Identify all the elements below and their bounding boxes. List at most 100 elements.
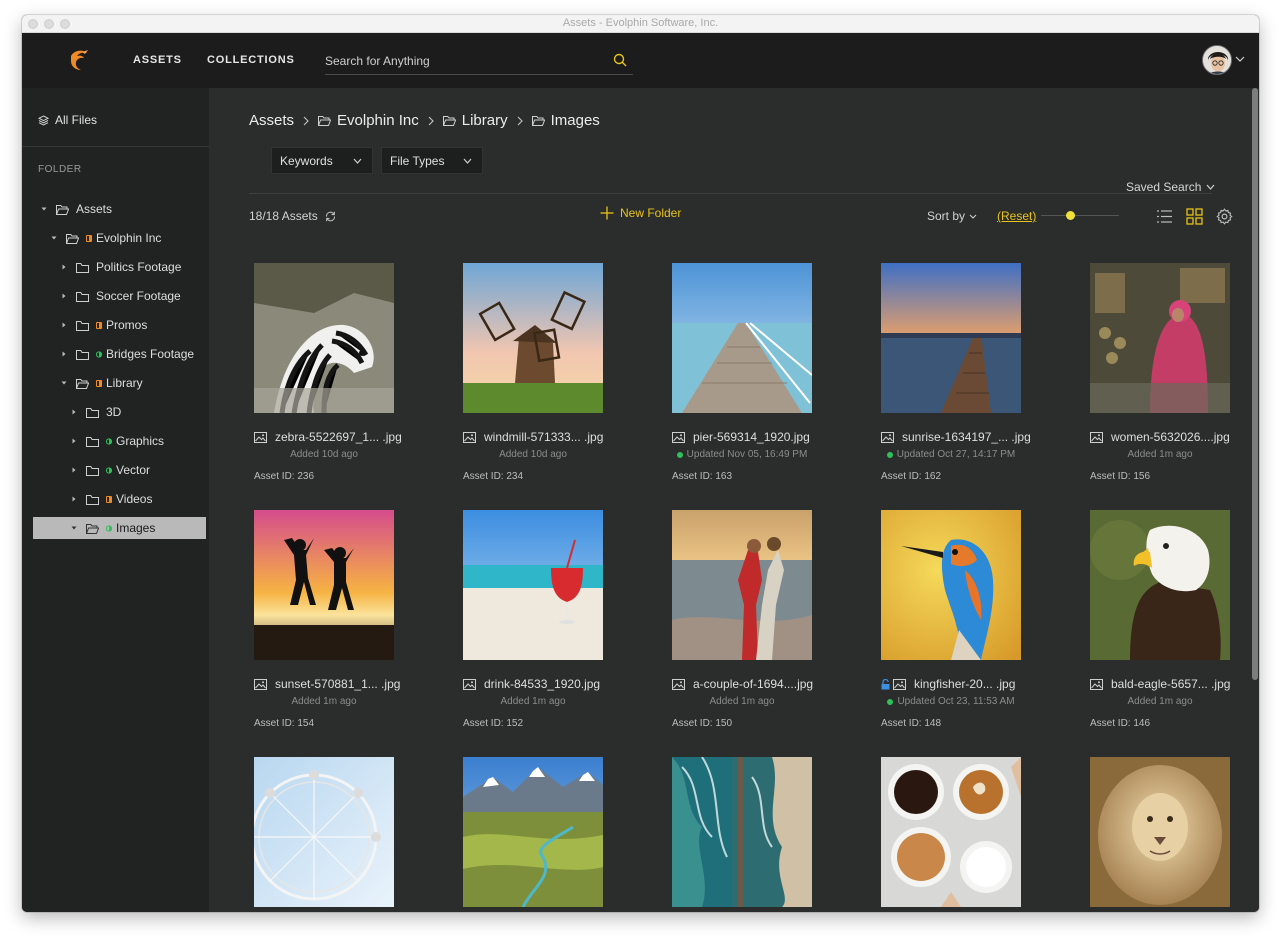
keywords-filter-dropdown[interactable]: Keywords [271, 147, 373, 174]
updated-status-dot [886, 451, 893, 458]
sidebar-folder-label: 3D [106, 405, 122, 419]
folder-icon [86, 436, 99, 447]
asset-thumbnail[interactable] [1090, 263, 1230, 413]
image-file-icon [254, 678, 267, 690]
sidebar-folder-graphics[interactable]: Graphics [22, 430, 209, 452]
asset-filename[interactable]: a-couple-of-1694....jpg [672, 677, 822, 691]
asset-thumbnail[interactable] [463, 757, 603, 907]
layers-icon [38, 114, 49, 126]
breadcrumb-images[interactable]: Images [531, 112, 600, 129]
sidebar-folder-3d[interactable]: 3D [22, 401, 209, 423]
toolbar-divider [249, 193, 1212, 194]
thumbnail-size-slider-knob[interactable] [1066, 211, 1075, 220]
asset-thumbnail[interactable] [881, 510, 1021, 660]
file-types-filter-label: File Types [390, 153, 445, 168]
asset-filename-label: a-couple-of-1694....jpg [693, 677, 814, 691]
asset-thumbnail[interactable] [254, 263, 394, 413]
asset-thumbnail[interactable] [881, 263, 1021, 413]
caret-down-icon[interactable] [60, 379, 68, 387]
sidebar-folder-evolphin-inc[interactable]: Evolphin Inc [22, 227, 209, 249]
asset-status-label: Added 1m ago [291, 696, 357, 707]
asset-filename[interactable]: drink-84533_1920.jpg [463, 677, 613, 691]
sort-by-label: Sort by [927, 209, 966, 223]
asset-status: Added 1m ago [1090, 696, 1230, 707]
nav-assets[interactable]: ASSETS [133, 54, 182, 66]
asset-thumbnail[interactable] [1090, 510, 1230, 660]
caret-right-icon[interactable] [70, 408, 78, 416]
asset-thumbnail[interactable] [1090, 757, 1230, 907]
refresh-icon[interactable] [324, 210, 337, 223]
caret-right-icon[interactable] [60, 292, 68, 300]
caret-right-icon[interactable] [60, 263, 68, 271]
asset-thumbnail[interactable] [254, 757, 394, 907]
sidebar-folder-soccer-footage[interactable]: Soccer Footage [22, 285, 209, 307]
search-input[interactable] [325, 51, 605, 71]
sidebar-folder-library[interactable]: Library [22, 372, 209, 394]
sidebar-folder-label: Evolphin Inc [96, 231, 162, 245]
list-view-icon[interactable] [1156, 208, 1173, 225]
caret-down-icon[interactable] [40, 205, 48, 213]
breadcrumb-library[interactable]: Library [442, 112, 508, 129]
sidebar-folder-label: Library [106, 376, 143, 390]
asset-filename[interactable]: windmill-571333... .jpg [463, 430, 613, 444]
asset-filename[interactable]: zebra-5522697_1... .jpg [254, 430, 404, 444]
sidebar-folder-label: Graphics [116, 434, 165, 448]
orange-status-badge-icon [106, 495, 112, 503]
caret-right-icon[interactable] [70, 495, 78, 503]
new-folder-button[interactable]: New Folder [600, 206, 681, 220]
all-files-link[interactable]: All Files [38, 113, 97, 127]
caret-down-icon[interactable] [50, 234, 58, 242]
sidebar-folder-politics-footage[interactable]: Politics Footage [22, 256, 209, 278]
zebra-thumbnail-image [254, 263, 394, 413]
asset-status-label: Added 1m ago [1127, 449, 1193, 460]
account-menu-chevron-icon[interactable] [1235, 55, 1245, 63]
asset-thumbnail[interactable] [463, 263, 603, 413]
asset-thumbnail[interactable] [672, 510, 812, 660]
file-types-filter-dropdown[interactable]: File Types [381, 147, 483, 174]
asset-thumbnail[interactable] [463, 510, 603, 660]
sidebar-folder-images[interactable]: Images [33, 517, 206, 539]
sidebar-folder-vector[interactable]: Vector [22, 459, 209, 481]
asset-id: Asset ID: 146 [1090, 718, 1151, 729]
asset-filename[interactable]: women-5632026....jpg [1090, 430, 1240, 444]
asset-thumbnail[interactable] [881, 757, 1021, 907]
reset-link[interactable]: (Reset) [997, 209, 1036, 223]
asset-filename[interactable]: kingfisher-20... .jpg [881, 677, 1031, 691]
sidebar-folder-assets[interactable]: Assets [22, 198, 209, 220]
caret-down-icon[interactable] [70, 524, 78, 532]
saved-search-dropdown[interactable]: Saved Search [1126, 180, 1215, 194]
caret-right-icon[interactable] [70, 466, 78, 474]
asset-filename[interactable]: sunrise-1634197_... .jpg [881, 430, 1031, 444]
breadcrumb-assets[interactable]: Assets [249, 112, 294, 129]
caret-right-icon[interactable] [70, 437, 78, 445]
asset-filename[interactable]: bald-eagle-5657... .jpg [1090, 677, 1240, 691]
user-avatar[interactable] [1202, 45, 1232, 75]
asset-filename-label: sunrise-1634197_... .jpg [902, 430, 1031, 444]
asset-filename[interactable]: pier-569314_1920.jpg [672, 430, 822, 444]
asset-filename-label: women-5632026....jpg [1111, 430, 1230, 444]
breadcrumb-evolphin-inc[interactable]: Evolphin Inc [318, 112, 419, 129]
sidebar-folder-bridges-footage[interactable]: Bridges Footage [22, 343, 209, 365]
sort-by-dropdown[interactable]: Sort by [927, 209, 977, 223]
grid-view-icon[interactable] [1186, 208, 1203, 225]
caret-right-icon[interactable] [60, 350, 68, 358]
sidebar-folder-videos[interactable]: Videos [22, 488, 209, 510]
keywords-filter-label: Keywords [280, 153, 333, 168]
caret-right-icon[interactable] [60, 321, 68, 329]
asset-filename[interactable]: sunset-570881_1... .jpg [254, 677, 404, 691]
asset-status-label: Added 1m ago [709, 696, 775, 707]
asset-thumbnail[interactable] [672, 757, 812, 907]
chevron-down-icon [1206, 184, 1215, 190]
asset-thumbnail[interactable] [672, 263, 812, 413]
search-icon[interactable] [613, 53, 627, 67]
thumbnail-size-slider[interactable] [1041, 215, 1119, 216]
sidebar-folder-promos[interactable]: Promos [22, 314, 209, 336]
image-file-icon [672, 678, 685, 690]
chevron-right-icon [303, 116, 309, 125]
evolphin-logo[interactable] [68, 48, 90, 72]
scrollbar-thumb[interactable] [1252, 88, 1258, 680]
nav-collections[interactable]: COLLECTIONS [207, 54, 295, 66]
gear-icon[interactable] [1216, 208, 1233, 225]
image-file-icon [893, 678, 906, 690]
asset-thumbnail[interactable] [254, 510, 394, 660]
